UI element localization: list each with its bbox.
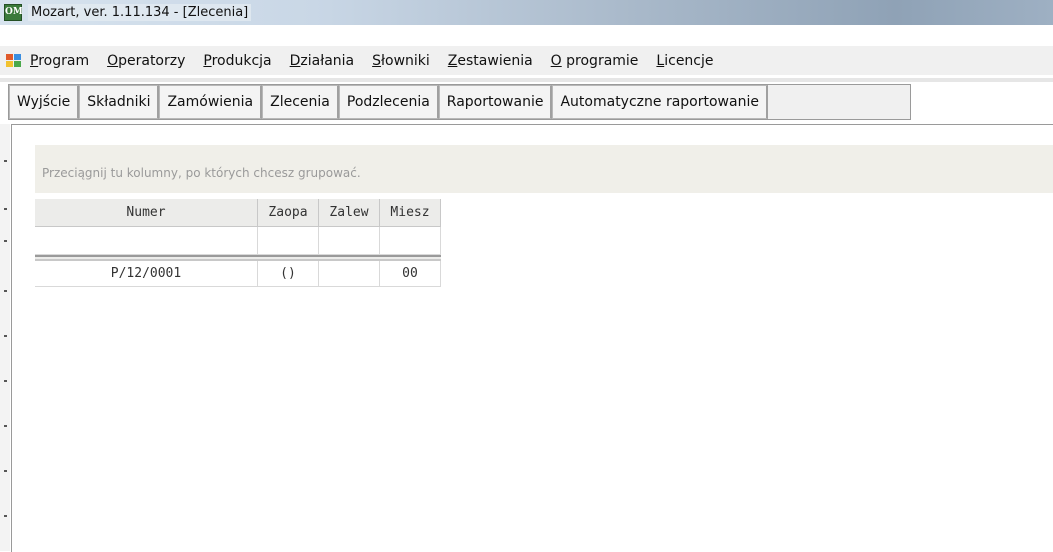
menu-dzialania[interactable]: Działania: [290, 53, 355, 69]
raportowanie-button[interactable]: Raportowanie: [438, 85, 553, 119]
title-bar: OM Mozart, ver. 1.11.134 - [Zlecenia]: [0, 0, 1053, 25]
column-header-numer[interactable]: Numer: [35, 199, 258, 227]
filter-cell-zalew[interactable]: [319, 227, 380, 255]
group-by-panel[interactable]: Przeciągnij tu kolumny, po których chces…: [35, 145, 1053, 193]
left-window-edge: [0, 124, 10, 551]
exit-button[interactable]: Wyjście: [9, 85, 80, 119]
menu-bar: Program Operatorzy Produkcja Działania S…: [0, 46, 1053, 75]
group-by-hint: Przeciągnij tu kolumny, po których chces…: [42, 166, 361, 180]
menu-zestawienia[interactable]: Zestawienia: [448, 53, 533, 69]
cell-numer[interactable]: P/12/0001: [35, 261, 258, 287]
orders-grid: Numer Zaopa Zalew Miesz P/12/0001 () 00: [35, 199, 441, 287]
zamowienia-button[interactable]: Zamówienia: [159, 85, 263, 119]
menu-program[interactable]: Program: [30, 53, 89, 69]
table-row[interactable]: P/12/0001 () 00: [35, 261, 441, 287]
filter-row: [35, 227, 441, 255]
skladniki-button[interactable]: Składniki: [79, 85, 160, 119]
menu-operatorzy[interactable]: Operatorzy: [107, 53, 185, 69]
filter-cell-numer[interactable]: [35, 227, 258, 255]
automatic-reporting-button[interactable]: Automatyczne raportowanie: [552, 85, 768, 119]
cell-zalew[interactable]: [319, 261, 380, 287]
cell-miesz[interactable]: 00: [380, 261, 441, 287]
mdi-window-icon[interactable]: [6, 53, 22, 68]
menu-o-programie[interactable]: O programie: [551, 53, 639, 69]
column-header-zalew[interactable]: Zalew: [319, 199, 380, 227]
filter-cell-miesz[interactable]: [380, 227, 441, 255]
menu-separator: [0, 78, 1053, 82]
menu-slowniki[interactable]: Słowniki: [372, 53, 430, 69]
cell-zaopa[interactable]: (): [258, 261, 319, 287]
filter-cell-zaopa[interactable]: [258, 227, 319, 255]
column-header-zaopa[interactable]: Zaopa: [258, 199, 319, 227]
podzlecenia-button[interactable]: Podzlecenia: [338, 85, 439, 119]
column-header-miesz[interactable]: Miesz: [380, 199, 441, 227]
app-icon: OM: [4, 4, 23, 21]
grid-header-row: Numer Zaopa Zalew Miesz: [35, 199, 441, 227]
menu-licencje[interactable]: Licencje: [656, 53, 713, 69]
menu-produkcja[interactable]: Produkcja: [203, 53, 271, 69]
zlecenia-button[interactable]: Zlecenia: [262, 85, 339, 119]
window-title: Mozart, ver. 1.11.134 - [Zlecenia]: [28, 4, 252, 21]
toolbar: Wyjście Składniki Zamówienia Zlecenia Po…: [8, 84, 911, 120]
